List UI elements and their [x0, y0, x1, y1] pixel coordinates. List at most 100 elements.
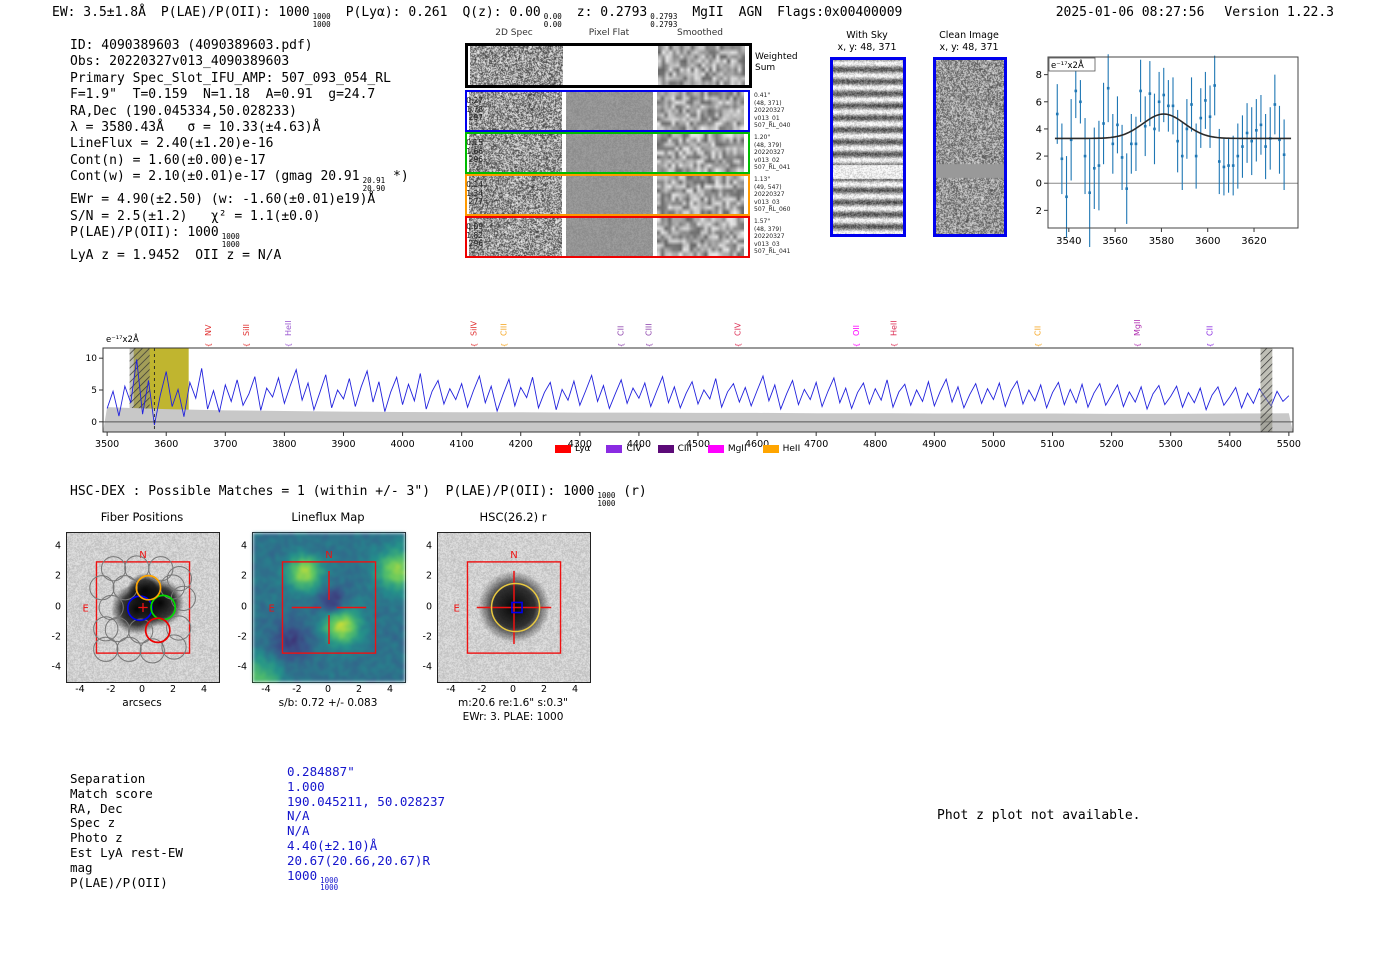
lineflux-map-title: Lineflux Map [252, 510, 404, 524]
data-point [1209, 115, 1212, 118]
y-tick-label: -4 [41, 662, 61, 673]
x-tick-label: 3500 [95, 439, 119, 450]
data-point [1274, 103, 1277, 106]
x-tick-label: 3700 [213, 439, 237, 450]
fiber-weight-labels: 0.09 1.82 296 [465, 223, 483, 249]
info-ewr: EWr = 4.90(±2.50) (w: -1.60(±0.01)e19)Å [70, 192, 409, 208]
x-tick-label: 3900 [331, 439, 355, 450]
compass-east-label: E [453, 604, 459, 615]
spectral-line-marker-brace: { [1207, 343, 1215, 347]
spectral-line-marker-label: CIV [734, 322, 743, 336]
pixel-flat-image [566, 134, 653, 172]
spec2d-row-weighted: Weighted Sum [465, 43, 752, 88]
match-value: 0.284887" [287, 765, 445, 780]
x-tick-label: 4000 [390, 439, 414, 450]
data-point [1218, 160, 1221, 163]
selected-fiber-circle [146, 618, 170, 642]
error-band [103, 407, 1293, 432]
match-value: 1000 1000 1000 [287, 869, 445, 892]
center-cross [138, 603, 147, 612]
match-table-labels: Separation Match score RA, Dec Spec z Ph… [70, 772, 183, 890]
data-point [1167, 105, 1170, 108]
legend-item: MgII [708, 444, 747, 454]
spec2d-row: 0.14 1.34 277 1.13" (49, 547) 20220327 v013_0… [465, 174, 750, 216]
lineflux-map-plot: Lineflux Map NE s/b: 0.72 +/- 0.083 -4 -4… [226, 505, 416, 725]
header-line-id: MgII [692, 5, 723, 20]
spectral-line-marker-brace: { [1134, 343, 1142, 347]
spec2d-col-header: Pixel Flat [589, 28, 629, 38]
spectral-line-marker-brace: { [205, 343, 213, 347]
line-fit-plot: 35403560358036003620-202468e⁻¹⁷x2Å [1035, 48, 1305, 253]
info-radec: RA,Dec (190.045334,50.028233) [70, 104, 409, 120]
fiber-weight-labels: 0.27 1.78 297 [465, 97, 483, 123]
weighted-sum-label: Weighted Sum [755, 52, 810, 73]
match-table-values: 0.284887" 1.000 190.045211, 50.028237 N/… [287, 765, 445, 892]
x-tick-label: 3580 [1149, 236, 1174, 247]
spectral-line-marker-label: SiII [242, 324, 251, 336]
x-tick-label: 4100 [450, 439, 474, 450]
fiber-circle [90, 576, 114, 600]
data-point [1227, 164, 1230, 167]
y-tick-label: -2 [412, 631, 432, 642]
x-tick-label: -2 [477, 684, 486, 695]
data-point [1246, 132, 1249, 135]
compass-east-label: E [268, 604, 274, 615]
fiber-circle [99, 595, 123, 619]
report-timestamp: 2025-01-06 08:27:56 [1056, 5, 1205, 20]
info-cont-w: Cont(w) = 2.10(±0.01)e-17 (gmag 20.91 20.… [70, 169, 409, 192]
x-tick-label: 5400 [1218, 439, 1242, 450]
x-tick-label: 4700 [804, 439, 828, 450]
header-plya: P(Lyα): 0.261 [346, 5, 448, 20]
data-point [1260, 124, 1263, 127]
smoothed-image [657, 218, 744, 256]
data-point [1121, 156, 1124, 159]
x-tick-label: 5500 [1277, 439, 1301, 450]
spectral-line-marker-brace: { [1035, 343, 1043, 347]
header-qz: Q(z): 0.00 0.00 0.00 [462, 5, 561, 20]
y-tick-label: 0 [1036, 179, 1042, 190]
x-tick-label: 0 [139, 684, 145, 695]
data-point [1102, 122, 1105, 125]
hsc-overlay: NE [438, 533, 590, 682]
data-point [1232, 164, 1235, 167]
fiber-positions-plot: Fiber Positions NE arcsecs -4 -4 -2 -2 0 0 2 2 4… [40, 505, 230, 725]
match-label: Match score [70, 787, 183, 802]
data-point [1116, 124, 1119, 127]
y-tick-label: -2 [1035, 206, 1042, 217]
x-tick-label: -2 [292, 684, 301, 695]
header-summary-line: EW: 3.5±1.8Å P(LAE)/P(OII): 1000 1000 1000 P… [52, 5, 917, 28]
masked-region-right [1261, 348, 1273, 432]
lineflux-overlay: NE [253, 533, 405, 682]
data-point [1139, 90, 1142, 93]
x-tick-label: 4900 [922, 439, 946, 450]
detection-info-block: ID: 4090389603 (4090389603.pdf) Obs: 202… [70, 38, 409, 265]
spectral-line-marker-brace: { [735, 343, 743, 347]
data-point [1144, 125, 1147, 128]
info-lya-z: LyA z = 1.9452 OII z = N/A [70, 248, 409, 264]
spectral-line-marker-label: CII [1206, 326, 1215, 336]
fiber-overlay: NE [67, 533, 219, 682]
y-tick-label: 4 [227, 540, 247, 551]
spec2d-row: 0.27 1.78 297 0.41" (48, 371) 20220327 v013_0… [465, 90, 750, 132]
data-point [1130, 143, 1133, 146]
legend-label: MgII [728, 444, 747, 454]
fraction: 0.2793 0.2793 [650, 13, 677, 28]
clean-image [933, 57, 1007, 237]
fraction: 20.91 20.90 [363, 177, 386, 192]
fraction: 1000 1000 [320, 877, 338, 892]
data-point [1204, 99, 1207, 102]
match-label: Est LyA rest-EW [70, 846, 183, 861]
compass-north-label: N [325, 550, 332, 561]
report-version: Version 1.22.3 [1224, 5, 1334, 20]
data-point [1195, 155, 1198, 158]
match-value: 20.67(20.66,20.67)R [287, 854, 445, 869]
x-tick-label: 5200 [1100, 439, 1124, 450]
clean-image-title: Clean Image [930, 30, 1008, 42]
hsc-caption-ewr: EWr: 3. PLAE: 1000 [403, 711, 623, 723]
crosshair [292, 571, 366, 644]
spectral-line-marker-brace: { [243, 343, 251, 347]
x-tick-label: 5100 [1040, 439, 1064, 450]
data-point [1107, 87, 1110, 90]
x-tick-label: 0 [510, 684, 516, 695]
pixel-flat-image [567, 46, 654, 85]
